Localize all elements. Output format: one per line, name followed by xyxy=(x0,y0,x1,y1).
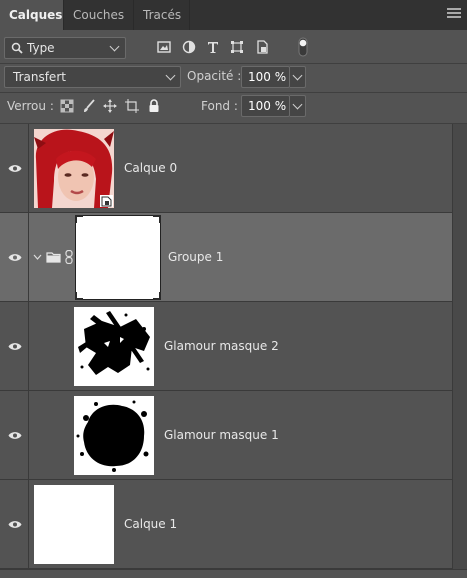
visibility-column xyxy=(0,124,29,212)
layer-row-groupe-1[interactable]: Groupe 1 xyxy=(0,213,452,302)
chevron-down-icon xyxy=(292,70,303,81)
pixel-layer-filter-icon[interactable] xyxy=(157,40,171,54)
visibility-column xyxy=(0,213,29,301)
blend-mode-label: Transfert xyxy=(13,70,66,84)
lock-artboard-icon[interactable] xyxy=(125,99,139,113)
shape-layer-filter-icon[interactable] xyxy=(230,40,244,54)
eye-icon[interactable] xyxy=(8,431,22,440)
eye-icon[interactable] xyxy=(8,164,22,173)
search-icon xyxy=(11,42,23,54)
type-layer-filter-icon[interactable] xyxy=(206,40,220,54)
layers-scrollbar[interactable] xyxy=(452,124,467,569)
opacity-label: Opacité : xyxy=(187,69,242,83)
lock-all-icon[interactable] xyxy=(147,99,161,113)
divider xyxy=(0,92,467,93)
layer-row-glamour-masque-2[interactable]: Glamour masque 2 xyxy=(0,302,452,391)
layer-thumbnail-brush-mask xyxy=(74,307,154,386)
opacity-dropdown-button[interactable] xyxy=(290,66,306,88)
layer-thumbnail-blot-mask xyxy=(74,396,154,475)
eye-icon[interactable] xyxy=(8,520,22,529)
blend-mode-select[interactable]: Transfert xyxy=(4,66,181,88)
layer-name[interactable]: Calque 1 xyxy=(124,517,177,531)
smart-object-filter-icon[interactable] xyxy=(255,40,269,54)
filter-toggle-switch[interactable] xyxy=(298,37,308,57)
layer-thumbnail-portrait xyxy=(34,129,114,208)
filter-type-label: Type xyxy=(27,41,55,55)
fill-input[interactable]: 100 % xyxy=(241,95,290,117)
chevron-down-icon xyxy=(109,41,120,52)
fill-label: Fond : xyxy=(201,99,238,113)
lock-image-pixels-icon[interactable] xyxy=(82,99,96,113)
visibility-column xyxy=(0,302,29,390)
panel-menu-icon[interactable] xyxy=(447,8,461,20)
layers-list: Calque 0 Groupe 1 Glamour masque 2 Glamo… xyxy=(0,124,452,569)
visibility-column xyxy=(0,480,29,568)
lock-label: Verrou : xyxy=(7,99,54,113)
visibility-column xyxy=(0,391,29,479)
layer-name[interactable]: Calque 0 xyxy=(124,161,177,175)
opacity-input[interactable]: 100 % xyxy=(241,66,290,88)
lock-position-icon[interactable] xyxy=(103,99,117,113)
lock-transparent-pixels-icon[interactable] xyxy=(60,99,74,113)
adjustment-layer-filter-icon[interactable] xyxy=(182,40,196,54)
layer-mask-thumbnail[interactable] xyxy=(75,215,161,300)
layer-row-calque-0[interactable]: Calque 0 xyxy=(0,124,452,213)
mask-link-icon[interactable] xyxy=(65,250,73,264)
chevron-down-icon xyxy=(292,99,303,110)
tab-traces[interactable]: Tracés xyxy=(134,0,190,30)
eye-icon[interactable] xyxy=(8,253,22,262)
divider xyxy=(0,63,467,64)
layer-name[interactable]: Glamour masque 2 xyxy=(164,339,279,353)
chevron-down-icon xyxy=(165,70,176,81)
panel-tab-bar: Calques Couches Tracés xyxy=(0,0,467,30)
chevron-down-icon[interactable] xyxy=(33,253,42,261)
layer-name[interactable]: Groupe 1 xyxy=(168,250,223,264)
layer-thumbnail-white xyxy=(34,485,114,564)
folder-icon xyxy=(46,252,61,263)
tab-calques[interactable]: Calques xyxy=(0,0,64,30)
eye-icon[interactable] xyxy=(8,342,22,351)
layer-name[interactable]: Glamour masque 1 xyxy=(164,428,279,442)
layer-row-glamour-masque-1[interactable]: Glamour masque 1 xyxy=(0,391,452,480)
layer-filter-select[interactable]: Type xyxy=(4,37,126,59)
layer-row-calque-1[interactable]: Calque 1 xyxy=(0,480,452,569)
panel-footer xyxy=(0,569,467,578)
fill-dropdown-button[interactable] xyxy=(290,95,306,117)
tab-couches[interactable]: Couches xyxy=(64,0,134,30)
